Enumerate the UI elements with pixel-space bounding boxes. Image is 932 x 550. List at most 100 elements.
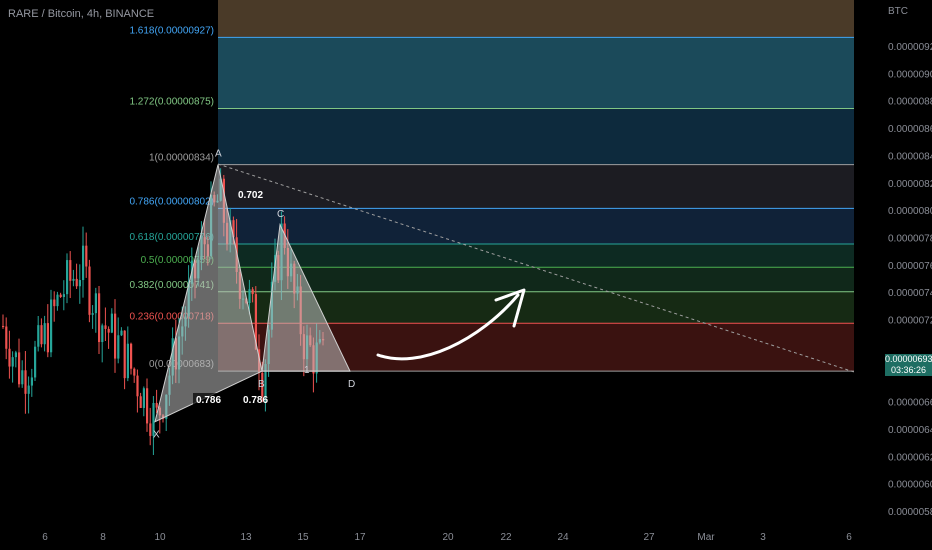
- time-tick-label: 3: [760, 532, 766, 543]
- pattern-ratio-label: 0.786: [243, 395, 268, 406]
- fib-level-label: 1.618(0.00000927): [129, 25, 214, 36]
- candle-body: [27, 385, 30, 394]
- price-tick-label: 0.00000860: [888, 124, 932, 135]
- time-tick-label: 6: [42, 532, 48, 543]
- candle-body: [62, 294, 65, 297]
- time-tick-label: 6: [846, 532, 852, 543]
- candle-body: [30, 377, 33, 386]
- candle-body: [21, 370, 24, 385]
- candle-body: [75, 278, 78, 287]
- candle-body: [126, 343, 129, 379]
- candle-body: [5, 326, 8, 349]
- time-tick-label: 22: [500, 532, 512, 543]
- candle-body: [142, 388, 145, 408]
- candle-body: [88, 266, 91, 315]
- point-d-marker-label: 1: [304, 365, 310, 376]
- price-tick-label: 0.00000640: [888, 425, 932, 436]
- candle-body: [56, 294, 59, 307]
- price-tick-label: 0.00000600: [888, 480, 932, 491]
- price-tick-label: 0.00000880: [888, 97, 932, 108]
- price-tick-label: 0.00000620: [888, 452, 932, 463]
- candle-body: [155, 402, 158, 408]
- candle-body: [136, 375, 139, 397]
- candle-body: [24, 370, 27, 394]
- fib-level-label: 1.272(0.00000875): [129, 97, 214, 108]
- candle-body: [82, 245, 85, 281]
- pattern-ratio-label: 0.702: [238, 190, 263, 201]
- fib-zone-top: [218, 0, 854, 38]
- candle-body: [94, 293, 97, 314]
- time-tick-label: 8: [100, 532, 106, 543]
- price-tick-label: 0.00000780: [888, 233, 932, 244]
- candle-body: [85, 245, 88, 267]
- candle-body: [50, 299, 53, 353]
- fib-zone: [218, 37, 854, 109]
- last-price-badge: 0.00000693 03:36:26: [885, 354, 932, 376]
- pattern-point-d: D: [348, 379, 355, 390]
- candle-body: [251, 289, 254, 295]
- price-tick-label: 0.00000900: [888, 69, 932, 80]
- time-tick-label: 10: [154, 532, 166, 543]
- currency-label: BTC: [888, 6, 908, 17]
- candle-body: [146, 388, 149, 424]
- candle-body: [40, 325, 43, 345]
- candle-body: [37, 325, 40, 347]
- candle-body: [149, 423, 152, 436]
- last-price-value: 0.00000693: [885, 354, 932, 364]
- time-tick-label: Mar: [697, 532, 715, 543]
- price-tick-label: 0.00000660: [888, 398, 932, 409]
- candle-body: [78, 280, 81, 287]
- price-tick-label: 0.00000580: [888, 507, 932, 518]
- time-tick-label: 17: [354, 532, 366, 543]
- candle-body: [69, 260, 72, 281]
- price-scale: 0.00000920 0.00000900 0.00000880 0.00000860…: [888, 42, 932, 518]
- candle-body: [11, 357, 14, 367]
- candle-body: [59, 294, 62, 297]
- candle-body: [18, 352, 21, 385]
- candle-body: [2, 326, 5, 327]
- fib-zone: [218, 108, 854, 165]
- price-tick-label: 0.00000840: [888, 151, 932, 162]
- fib-zone: [218, 267, 854, 292]
- candle-body: [117, 335, 120, 359]
- candle-body: [91, 313, 94, 315]
- candle-body: [133, 368, 136, 376]
- price-tick-label: 0.00000920: [888, 42, 932, 53]
- candle-body: [34, 346, 37, 378]
- candle-body: [114, 313, 117, 359]
- candle-body: [53, 299, 56, 307]
- candle-body: [43, 323, 46, 345]
- candle-body: [46, 323, 49, 353]
- fib-level-label: 1(0.00000834): [149, 153, 214, 164]
- countdown-timer: 03:36:26: [890, 365, 927, 375]
- candle-body: [120, 330, 123, 336]
- pattern-point-b: B: [258, 379, 265, 390]
- fib-zone: [218, 243, 854, 268]
- price-tick-label: 0.00000820: [888, 179, 932, 190]
- time-tick-label: 20: [442, 532, 454, 543]
- candle-body: [130, 343, 133, 369]
- price-tick-label: 0.00000760: [888, 261, 932, 272]
- pattern-point-c: C: [277, 209, 284, 220]
- time-tick-label: 15: [297, 532, 309, 543]
- candle-body: [104, 325, 107, 329]
- candle-body: [248, 289, 251, 303]
- time-tick-label: 24: [557, 532, 569, 543]
- candle-body: [8, 348, 11, 367]
- price-tick-label: 0.00000740: [888, 288, 932, 299]
- time-tick-label: 13: [240, 532, 252, 543]
- price-tick-label: 0.00000800: [888, 206, 932, 217]
- candle-body: [66, 260, 69, 295]
- pattern-ratio-label: 0.786: [196, 395, 221, 406]
- chart-canvas[interactable]: 1.618(0.00000927) 1.272(0.00000875) 1(0.00…: [0, 0, 932, 550]
- candle-body: [123, 330, 126, 379]
- pattern-point-x: X: [153, 430, 160, 441]
- pattern-point-a: A: [215, 149, 222, 160]
- fib-zone: [218, 208, 854, 244]
- fib-zone: [218, 164, 854, 209]
- time-scale: 6 8 10 13 15 17 20 22 24 27 Mar 3 6: [42, 532, 852, 543]
- candle-body: [72, 278, 75, 281]
- candle-body: [110, 313, 113, 333]
- candle-body: [101, 325, 104, 343]
- time-tick-label: 27: [643, 532, 655, 543]
